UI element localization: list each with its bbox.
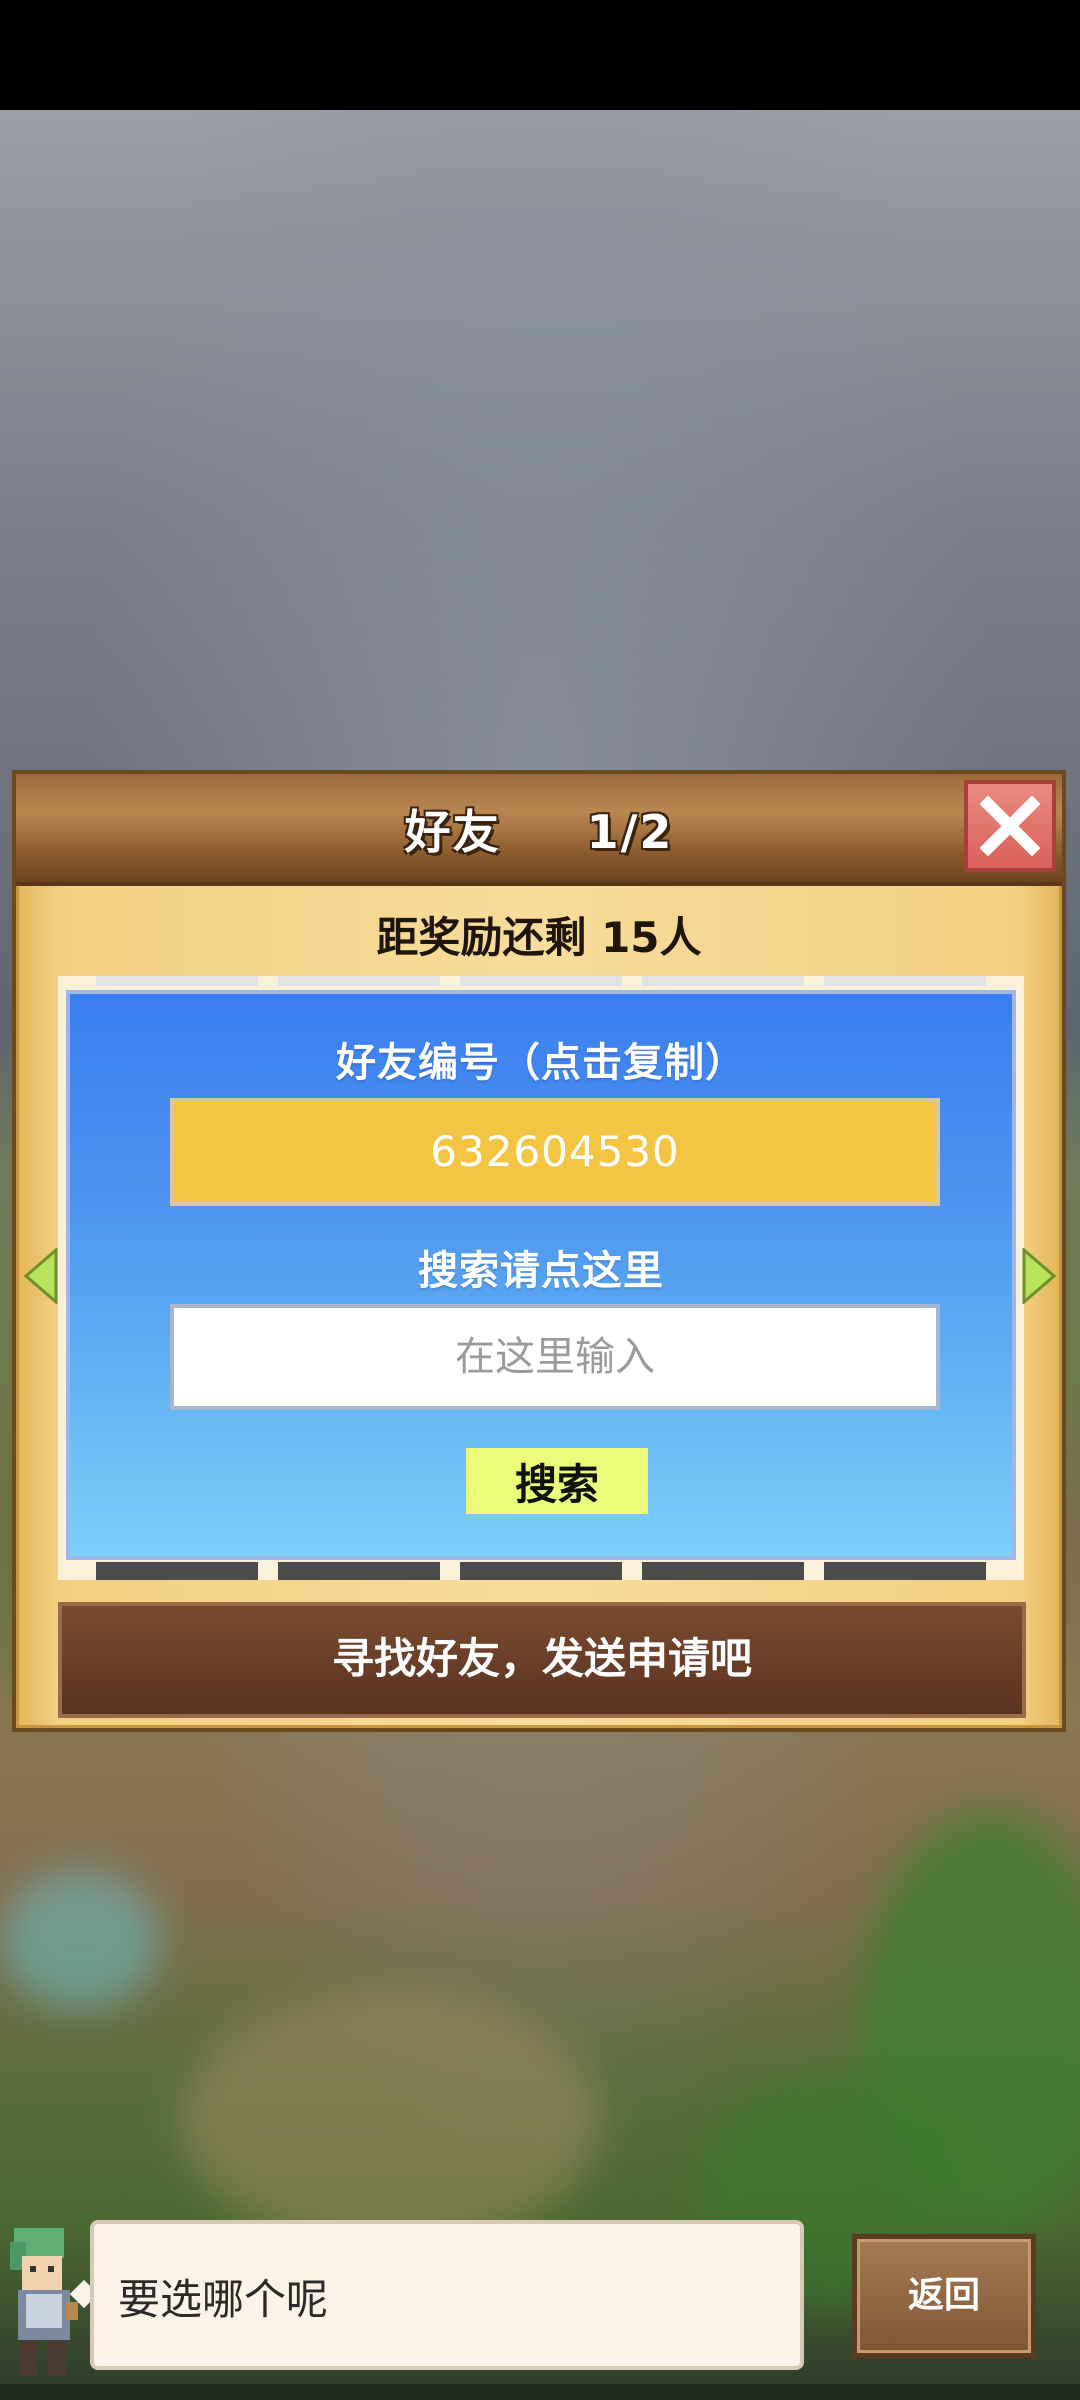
close-icon (980, 796, 1040, 856)
prev-page-button[interactable] (23, 1246, 58, 1306)
dialog-title-label: 好友 (404, 805, 501, 859)
friend-id-label: 好友编号（点击复制） (336, 1040, 746, 1086)
arrow-right-icon (1022, 1246, 1057, 1306)
speech-bubble: 要选哪个呢 (90, 2220, 804, 2370)
background-water (0, 1870, 160, 2010)
back-button[interactable]: 返回 (852, 2234, 1036, 2358)
search-button[interactable]: 搜索 (466, 1448, 648, 1514)
dialog-title-bar: 好友 1/2 (16, 774, 1062, 886)
bottom-strip (0, 2384, 1080, 2400)
find-friends-button[interactable]: 寻找好友，发送申请吧 (58, 1602, 1026, 1718)
background-path (180, 1990, 600, 2250)
next-page-button[interactable] (1022, 1246, 1057, 1306)
frame-bottom-decoration (96, 1562, 986, 1580)
dialog-title: 好友 1/2 (16, 796, 1062, 862)
friend-id-copy-field[interactable]: 632604530 (170, 1098, 940, 1206)
dialog-page-indicator: 1/2 (586, 805, 674, 859)
close-button[interactable] (964, 780, 1056, 872)
status-bar (0, 0, 1080, 110)
speech-text: 要选哪个呢 (118, 2275, 329, 2324)
search-label: 搜索请点这里 (418, 1248, 664, 1294)
friend-id-panel: 好友编号（点击复制） 632604530 搜索请点这里 搜索 (66, 990, 1016, 1560)
reward-progress-text: 距奖励还剩 15人 (376, 913, 702, 962)
arrow-left-icon (23, 1246, 58, 1306)
friend-search-input[interactable] (170, 1304, 940, 1410)
friend-panel-frame: 好友编号（点击复制） 632604530 搜索请点这里 搜索 (58, 976, 1024, 1580)
friends-dialog: 好友 1/2 距奖励还剩 15人 好友编号（点击复制） 632604530 搜索… (12, 770, 1066, 1732)
character-avatar (0, 2222, 90, 2384)
